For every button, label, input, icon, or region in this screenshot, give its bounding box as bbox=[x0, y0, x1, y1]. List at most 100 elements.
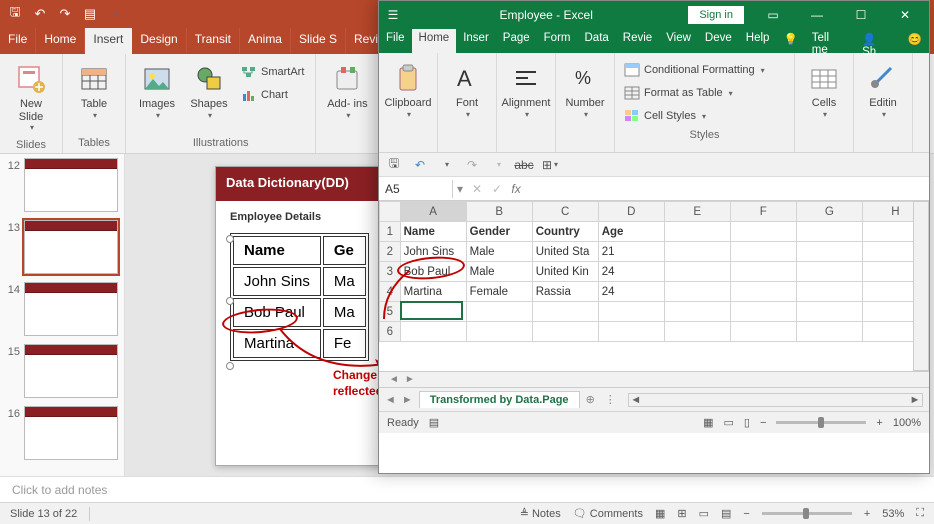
formula-input[interactable] bbox=[525, 187, 929, 191]
strikethrough-icon[interactable]: abc bbox=[513, 155, 535, 175]
col-header-D[interactable]: D bbox=[598, 202, 664, 222]
cell[interactable] bbox=[466, 302, 532, 322]
sign-in-button[interactable]: Sign in bbox=[688, 6, 744, 24]
cell[interactable] bbox=[664, 242, 730, 262]
cell[interactable] bbox=[532, 302, 598, 322]
xl-tab-help[interactable]: Help bbox=[739, 29, 777, 53]
ppt-tab-insert[interactable]: Insert bbox=[85, 28, 132, 54]
row-header[interactable]: 6 bbox=[380, 322, 401, 342]
cell[interactable] bbox=[400, 302, 466, 322]
borders-icon[interactable]: ⊞ bbox=[539, 155, 561, 175]
selection-handle[interactable] bbox=[226, 297, 234, 305]
zoom-in-icon[interactable]: + bbox=[876, 417, 882, 429]
col-header-F[interactable]: F bbox=[730, 202, 796, 222]
slide-thumbnail[interactable] bbox=[24, 158, 118, 212]
ppt-tab-home[interactable]: Home bbox=[36, 28, 85, 54]
slide-thumbnail[interactable] bbox=[24, 220, 118, 274]
slideshow-icon[interactable]: ▤ bbox=[721, 507, 731, 520]
undo-icon[interactable]: ↶ bbox=[29, 3, 51, 25]
lightbulb-icon[interactable]: 💡 bbox=[776, 29, 804, 53]
cell[interactable] bbox=[664, 262, 730, 282]
fit-to-window-icon[interactable]: ⛶ bbox=[916, 507, 924, 520]
scroll-right-icon[interactable]: ► bbox=[405, 374, 415, 385]
sheet-tab[interactable]: Transformed by Data.Page bbox=[419, 391, 580, 408]
slide-thumbnail[interactable] bbox=[24, 406, 118, 460]
cell[interactable] bbox=[796, 322, 862, 342]
editing-button[interactable]: Editin bbox=[858, 57, 908, 124]
macro-record-icon[interactable]: ▤ bbox=[429, 416, 439, 429]
alignment-button[interactable]: Alignment bbox=[501, 57, 551, 124]
table-button[interactable]: Table bbox=[69, 58, 119, 125]
redo-icon[interactable]: ↷ bbox=[54, 3, 76, 25]
cell[interactable]: Age bbox=[598, 222, 664, 242]
cell[interactable]: 24 bbox=[598, 282, 664, 302]
cell[interactable]: 24 bbox=[598, 262, 664, 282]
cell[interactable]: Martina bbox=[400, 282, 466, 302]
maximize-icon[interactable]: ☐ bbox=[840, 1, 882, 29]
cell[interactable]: Female bbox=[466, 282, 532, 302]
slide-thumbnail[interactable] bbox=[24, 282, 118, 336]
smartart-button[interactable]: SmartArt bbox=[236, 61, 309, 83]
xl-tab-home[interactable]: Home bbox=[412, 29, 457, 53]
xl-tab-deve[interactable]: Deve bbox=[698, 29, 739, 53]
xl-tab-file[interactable]: File bbox=[379, 29, 412, 53]
slide-sorter-icon[interactable]: ⊞ bbox=[677, 507, 686, 520]
slide-thumbnail[interactable] bbox=[24, 344, 118, 398]
ppt-tab-slide s[interactable]: Slide S bbox=[291, 28, 346, 54]
format-as-table-button[interactable]: Format as Table bbox=[619, 82, 790, 104]
cell[interactable] bbox=[796, 242, 862, 262]
cell[interactable] bbox=[664, 322, 730, 342]
addins-button[interactable]: Add- ins bbox=[322, 58, 372, 125]
cell[interactable] bbox=[796, 282, 862, 302]
cell[interactable] bbox=[796, 222, 862, 242]
cell[interactable]: Name bbox=[400, 222, 466, 242]
row-header[interactable]: 1 bbox=[380, 222, 401, 242]
share-button[interactable]: 👤 Sh bbox=[855, 29, 901, 53]
cell[interactable] bbox=[400, 322, 466, 342]
fx-icon[interactable]: fx bbox=[507, 182, 525, 196]
zoom-slider[interactable] bbox=[762, 512, 852, 515]
row-header[interactable]: 5 bbox=[380, 302, 401, 322]
selection-handle[interactable] bbox=[226, 235, 234, 243]
row-header[interactable]: 2 bbox=[380, 242, 401, 262]
reading-view-icon[interactable]: ▭ bbox=[699, 507, 709, 520]
normal-view-icon[interactable]: ▦ bbox=[655, 507, 665, 520]
cell[interactable] bbox=[664, 282, 730, 302]
cells-button[interactable]: Cells bbox=[799, 57, 849, 124]
save-icon[interactable]: 🖫 bbox=[383, 155, 405, 175]
page-break-icon[interactable]: ▯ bbox=[744, 416, 750, 429]
cell[interactable] bbox=[730, 222, 796, 242]
comments-toggle[interactable]: Comments bbox=[590, 508, 643, 520]
row-header[interactable]: 4 bbox=[380, 282, 401, 302]
cell[interactable] bbox=[730, 242, 796, 262]
col-header-G[interactable]: G bbox=[796, 202, 862, 222]
col-header-E[interactable]: E bbox=[664, 202, 730, 222]
xl-tab-page[interactable]: Page bbox=[496, 29, 537, 53]
cell[interactable] bbox=[730, 302, 796, 322]
undo-icon[interactable]: ↶ bbox=[409, 155, 431, 175]
cell[interactable] bbox=[730, 322, 796, 342]
clipboard-button[interactable]: Clipboard bbox=[383, 57, 433, 124]
number-button[interactable]: % Number bbox=[560, 57, 610, 124]
cell[interactable]: Male bbox=[466, 262, 532, 282]
font-button[interactable]: A Font bbox=[442, 57, 492, 124]
xl-tab-inser[interactable]: Inser bbox=[456, 29, 496, 53]
feedback-icon[interactable]: 😊 bbox=[901, 29, 929, 53]
cell[interactable]: Gender bbox=[466, 222, 532, 242]
cell[interactable] bbox=[796, 262, 862, 282]
tell-me[interactable]: Tell me bbox=[805, 29, 855, 53]
spreadsheet-grid[interactable]: ABCDEFGH1NameGenderCountryAge2John SinsM… bbox=[379, 201, 929, 371]
cell[interactable] bbox=[598, 302, 664, 322]
zoom-slider[interactable] bbox=[776, 421, 866, 424]
new-sheet-icon[interactable]: ⊕ bbox=[586, 393, 595, 406]
xl-tab-revie[interactable]: Revie bbox=[616, 29, 659, 53]
images-button[interactable]: Images bbox=[132, 58, 182, 125]
col-header-B[interactable]: B bbox=[466, 202, 532, 222]
conditional-formatting-button[interactable]: Conditional Formatting bbox=[619, 59, 790, 81]
zoom-out-icon[interactable]: − bbox=[760, 417, 766, 429]
ppt-tab-design[interactable]: Design bbox=[132, 28, 186, 54]
undo-dropdown[interactable] bbox=[435, 155, 457, 175]
cell[interactable] bbox=[730, 262, 796, 282]
cell[interactable] bbox=[796, 302, 862, 322]
namebox-dropdown-icon[interactable]: ▾ bbox=[453, 182, 467, 196]
